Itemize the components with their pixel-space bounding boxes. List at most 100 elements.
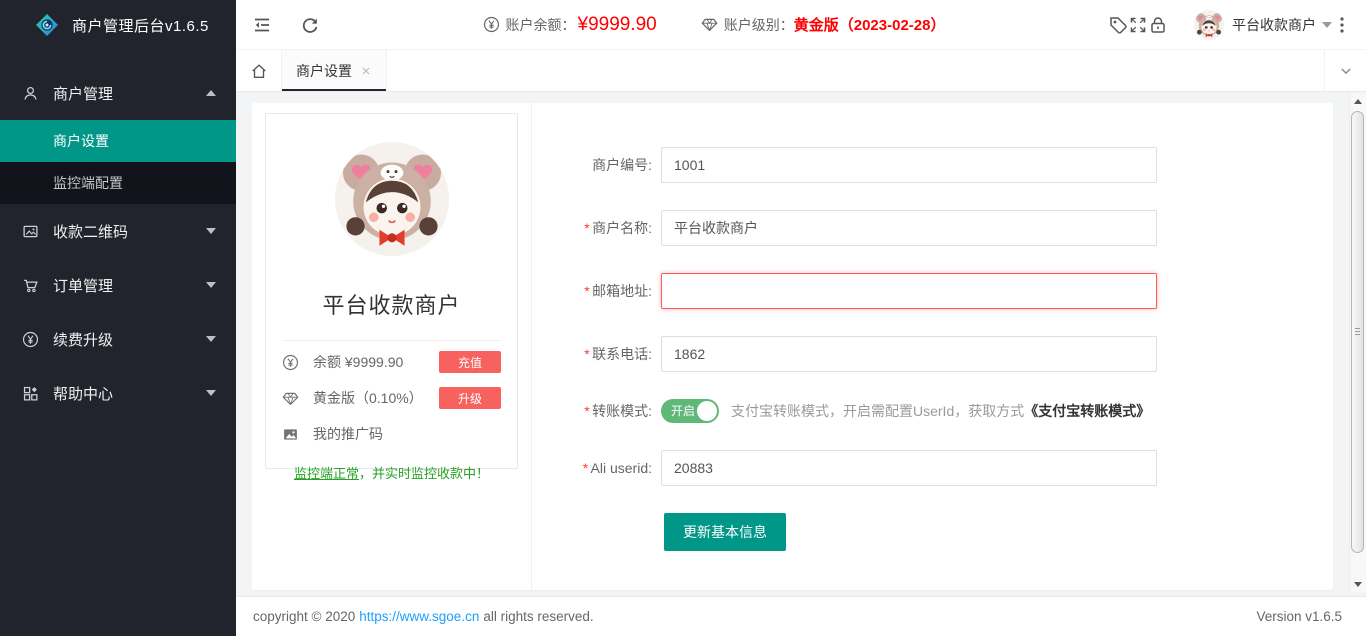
- apps-icon: [22, 385, 39, 402]
- merchant-name: 平台收款商户: [282, 288, 501, 320]
- sidebar-item-help-center[interactable]: 帮助中心: [0, 366, 236, 420]
- account-level: 账户级别： 黄金版（2023-02-28）: [701, 14, 946, 35]
- avatar: [1194, 10, 1224, 40]
- profile-column: 平台收款商户 余额 ¥9999.90 充值 黄金版（0.10%） 升级: [252, 103, 532, 590]
- balance-row: 余额 ¥9999.90 充值: [282, 347, 501, 377]
- tab-overflow-button[interactable]: [1324, 50, 1366, 91]
- monitor-status-head: 监控端正常: [294, 466, 359, 481]
- required-mark: *: [582, 460, 587, 476]
- username: 平台收款商户: [1232, 15, 1316, 35]
- recharge-button[interactable]: 充值: [439, 351, 501, 373]
- tabbar: 商户设置: [236, 50, 1366, 92]
- form-row-phone: *联系电话:: [542, 336, 1333, 372]
- sidebar-item-qrcode[interactable]: 收款二维码: [0, 204, 236, 258]
- merchant-settings-panel: 平台收款商户 余额 ¥9999.90 充值 黄金版（0.10%） 升级: [252, 103, 1333, 590]
- sidebar-item-orders[interactable]: 订单管理: [0, 258, 236, 312]
- caret-down-icon: [206, 228, 216, 234]
- tab-home[interactable]: [236, 50, 282, 91]
- promo-text: 我的推广码: [313, 424, 501, 444]
- promo-row[interactable]: 我的推广码: [282, 419, 501, 449]
- monitor-status-tail: ，并实时监控收款中！: [359, 466, 489, 481]
- diamond-icon: [701, 16, 718, 33]
- form-row-merchant-id: *商户编号:: [542, 147, 1333, 183]
- chevron-down-icon: [1322, 22, 1332, 28]
- vertical-scrollbar[interactable]: [1349, 93, 1366, 592]
- copyright-suffix: all rights reserved.: [483, 609, 593, 624]
- app-logo-row: 商户管理后台v1.6.5: [0, 0, 236, 50]
- level-row: 黄金版（0.10%） 升级: [282, 383, 501, 413]
- content-area: 平台收款商户 余额 ¥9999.90 充值 黄金版（0.10%） 升级: [236, 93, 1349, 596]
- level-text: 黄金版（0.10%）: [313, 388, 439, 408]
- ali-userid-input[interactable]: [661, 450, 1157, 486]
- sidebar-item-label: 订单管理: [53, 275, 206, 296]
- topbar-stats: 账户余额： ¥9999.90 账户级别： 黄金版（2023-02-28）: [483, 14, 946, 36]
- sidebar-item-merchant-mgmt[interactable]: 商户管理: [0, 66, 236, 120]
- chevron-down-icon: [1339, 64, 1353, 78]
- balance-label: 账户余额：: [506, 15, 576, 35]
- form-row-ali-userid: *Ali userid:: [542, 450, 1333, 486]
- home-icon: [250, 62, 268, 80]
- main-area: 账户余额： ¥9999.90 账户级别： 黄金版（2023-02-28）: [236, 0, 1366, 636]
- transfer-mode-helper: 支付宝转账模式，开启需配置UserId，获取方式《支付宝转账模式》: [731, 401, 1150, 421]
- scroll-down-button[interactable]: [1350, 576, 1366, 592]
- collapse-sidebar-icon[interactable]: [252, 15, 272, 35]
- footer: copyright © 2020 https://www.sgoe.cn all…: [236, 596, 1366, 636]
- tab-merchant-settings[interactable]: 商户设置: [282, 50, 387, 91]
- app-window: 商户管理后台v1.6.5 商户管理 商户设置 监控端配置 收款二维码 订单管理: [0, 0, 1366, 636]
- yen-circle-icon: [22, 331, 39, 348]
- cart-icon: [22, 277, 39, 294]
- required-mark: *: [584, 283, 589, 299]
- phone-input[interactable]: [661, 336, 1157, 372]
- promo-image-icon: [282, 426, 299, 443]
- balance-text: 余额 ¥9999.90: [313, 352, 439, 372]
- qrcode-image-icon: [22, 223, 39, 240]
- tab-label: 商户设置: [296, 61, 352, 81]
- update-info-button[interactable]: 更新基本信息: [664, 513, 786, 551]
- caret-up-icon: [206, 90, 216, 96]
- upgrade-button[interactable]: 升级: [439, 387, 501, 409]
- merchant-name-input[interactable]: [661, 210, 1157, 246]
- app-title: 商户管理后台v1.6.5: [72, 15, 209, 36]
- form-row-email: *邮箱地址:: [542, 273, 1333, 309]
- merchant-id-input[interactable]: [661, 147, 1157, 183]
- scrollbar-thumb[interactable]: [1351, 111, 1364, 553]
- scrollbar-grip: [1355, 328, 1360, 337]
- field-label: *商户名称:: [542, 218, 652, 238]
- topbar: 账户余额： ¥9999.90 账户级别： 黄金版（2023-02-28）: [236, 0, 1366, 50]
- form-row-transfer-mode: *转账模式: 开启 支付宝转账模式，开启需配置UserId，获取方式《支付宝转账…: [542, 399, 1333, 423]
- tag-icon[interactable]: [1108, 15, 1128, 35]
- sidebar-item-monitor-config[interactable]: 监控端配置: [0, 162, 236, 204]
- more-vertical-icon[interactable]: [1332, 15, 1352, 35]
- toggle-on-label: 开启: [671, 399, 695, 423]
- topbar-actions: 平台收款商户: [1108, 10, 1352, 40]
- footer-link[interactable]: https://www.sgoe.cn: [359, 609, 479, 624]
- app-logo-icon: [34, 12, 60, 38]
- account-balance: 账户余额： ¥9999.90: [483, 14, 657, 36]
- caret-down-icon: [206, 336, 216, 342]
- sidebar-item-label: 收款二维码: [53, 221, 206, 242]
- sidebar-item-merchant-settings[interactable]: 商户设置: [0, 120, 236, 162]
- version-label: Version v1.6.5: [1256, 609, 1342, 624]
- fullscreen-icon[interactable]: [1128, 15, 1148, 35]
- sidebar-item-renewal[interactable]: 续费升级: [0, 312, 236, 366]
- scroll-up-button[interactable]: [1350, 93, 1366, 109]
- balance-value: ¥9999.90: [578, 14, 657, 36]
- required-mark: *: [584, 346, 589, 362]
- user-icon: [22, 85, 39, 102]
- caret-down-icon: [206, 282, 216, 288]
- transfer-mode-doc-link[interactable]: 《支付宝转账模式》: [1024, 403, 1150, 419]
- monitor-status: 监控端正常，并实时监控收款中！: [282, 463, 501, 482]
- sidebar-item-label: 帮助中心: [53, 383, 206, 404]
- transfer-mode-toggle[interactable]: 开启: [661, 399, 719, 423]
- field-label: *转账模式:: [542, 401, 652, 421]
- yen-circle-icon: [282, 354, 299, 371]
- sidebar: 商户管理后台v1.6.5 商户管理 商户设置 监控端配置 收款二维码 订单管理: [0, 0, 236, 636]
- user-menu[interactable]: 平台收款商户: [1194, 10, 1332, 40]
- sidebar-nav: 商户管理 商户设置 监控端配置 收款二维码 订单管理 续费升级: [0, 66, 236, 420]
- sidebar-item-label: 商户管理: [53, 83, 206, 104]
- caret-down-icon: [206, 390, 216, 396]
- refresh-icon[interactable]: [300, 15, 320, 35]
- lock-icon[interactable]: [1148, 15, 1168, 35]
- close-icon[interactable]: [360, 65, 372, 77]
- email-input[interactable]: [661, 273, 1157, 309]
